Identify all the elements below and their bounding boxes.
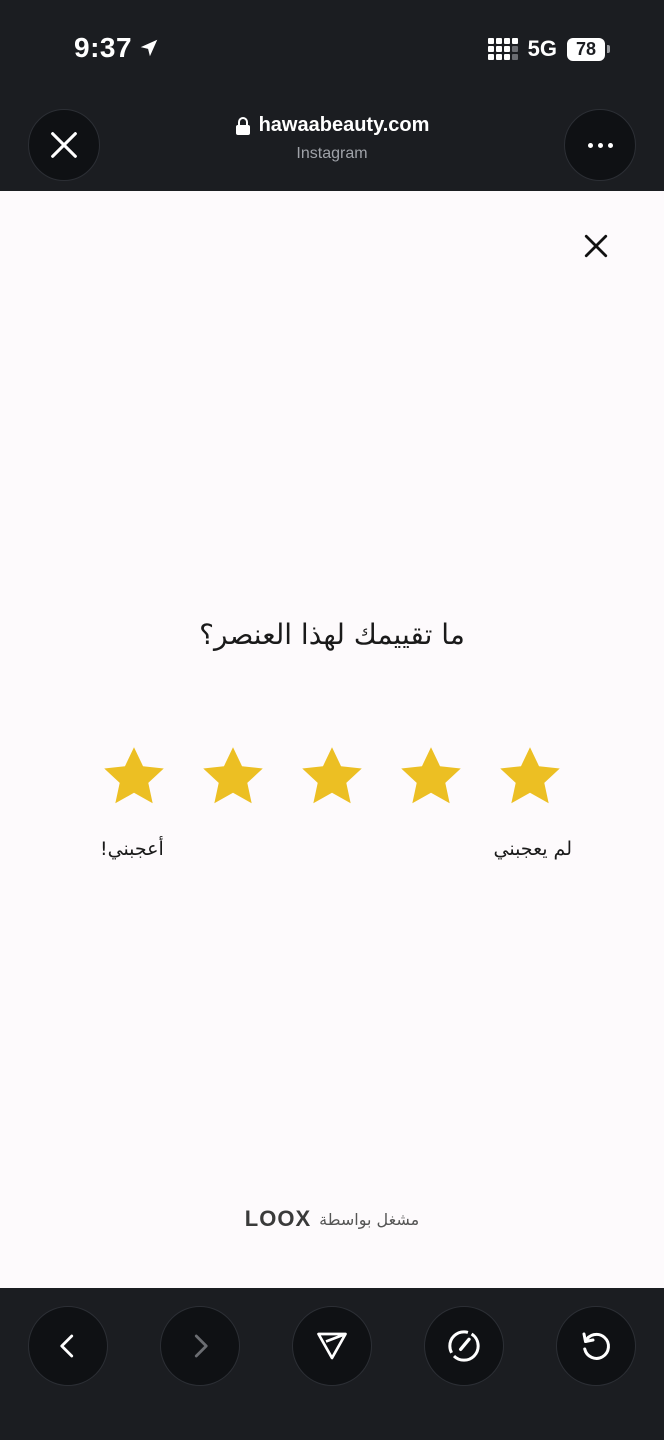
star-icon[interactable] [198, 742, 268, 812]
battery-icon: 78 [567, 37, 610, 61]
browser-toolbar [0, 1288, 664, 1440]
speed-button[interactable] [424, 1306, 504, 1386]
star-icon[interactable] [297, 742, 367, 812]
browser-header: 9:37 5G 78 hawaabeauty.com Instagram [0, 0, 664, 191]
star-icon[interactable] [495, 742, 565, 812]
url-domain: hawaabeauty.com [258, 114, 430, 136]
rating-question: ما تقييمك لهذا العنصر؟ [199, 618, 465, 651]
forward-button[interactable] [160, 1306, 240, 1386]
back-button[interactable] [28, 1306, 108, 1386]
location-arrow-icon [140, 39, 158, 57]
rating-label-high: أعجبني! [100, 838, 164, 860]
star-icon[interactable] [396, 742, 466, 812]
time-text: 9:37 [74, 32, 133, 63]
close-icon [584, 234, 608, 258]
star-icon[interactable] [99, 742, 169, 812]
powered-by[interactable]: LOOX مشغل بواسطة [0, 1206, 664, 1232]
share-button[interactable] [292, 1306, 372, 1386]
share-icon [317, 1332, 347, 1360]
loox-logo: LOOX [244, 1206, 312, 1231]
back-icon [60, 1334, 74, 1358]
status-time: 9:37 [74, 32, 160, 64]
forward-icon [194, 1334, 208, 1358]
speed-icon [448, 1330, 480, 1362]
status-indicators: 5G 78 [487, 36, 610, 62]
battery-level: 78 [567, 37, 605, 61]
signal-icon [487, 38, 518, 60]
lock-icon [235, 116, 250, 135]
more-options-button[interactable] [564, 109, 636, 181]
star-rating[interactable] [99, 742, 565, 812]
rating-label-low: لم يعجبني [493, 838, 573, 860]
reload-button[interactable] [556, 1306, 636, 1386]
more-icon [587, 142, 613, 148]
reload-icon [582, 1332, 610, 1360]
powered-by-text: مشغل بواسطة [319, 1209, 420, 1229]
network-type: 5G [527, 36, 557, 61]
modal-close-button[interactable] [580, 230, 612, 262]
